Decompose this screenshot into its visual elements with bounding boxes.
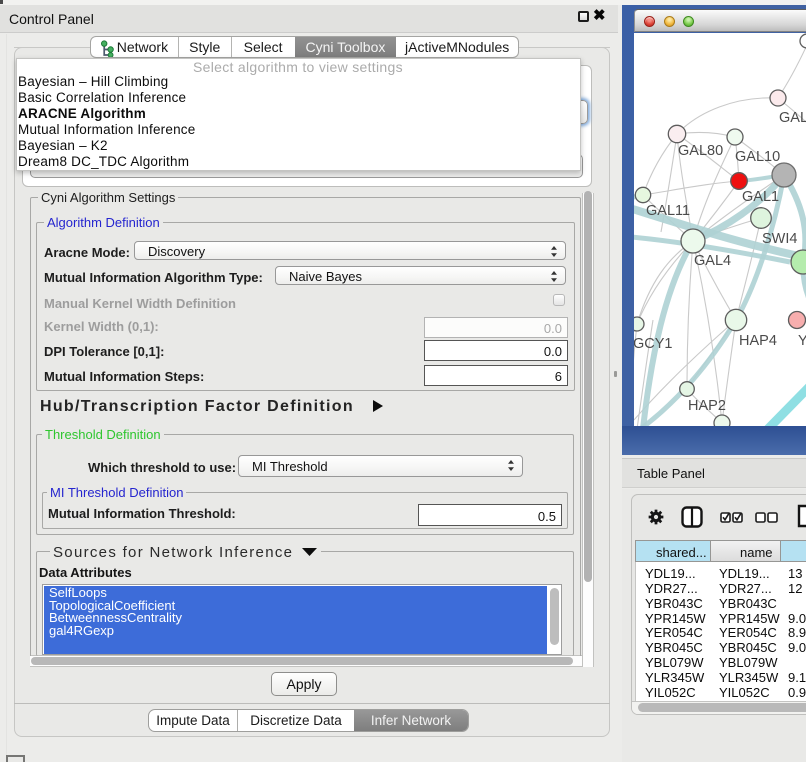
svg-text:GAL11: GAL11 xyxy=(646,203,690,219)
svg-text:HAP2: HAP2 xyxy=(688,398,726,414)
svg-text:HAP4: HAP4 xyxy=(739,333,777,349)
svg-text:GAL10: GAL10 xyxy=(735,149,780,165)
svg-text:GAL2: GAL2 xyxy=(779,110,806,126)
svg-text:GAL4: GAL4 xyxy=(694,253,731,269)
svg-text:GCY1: GCY1 xyxy=(634,336,673,352)
svg-text:GAL80: GAL80 xyxy=(678,143,723,159)
svg-text:SWI4: SWI4 xyxy=(762,231,797,247)
svg-text:GAL1: GAL1 xyxy=(742,189,779,205)
svg-text:YD: YD xyxy=(798,333,806,349)
